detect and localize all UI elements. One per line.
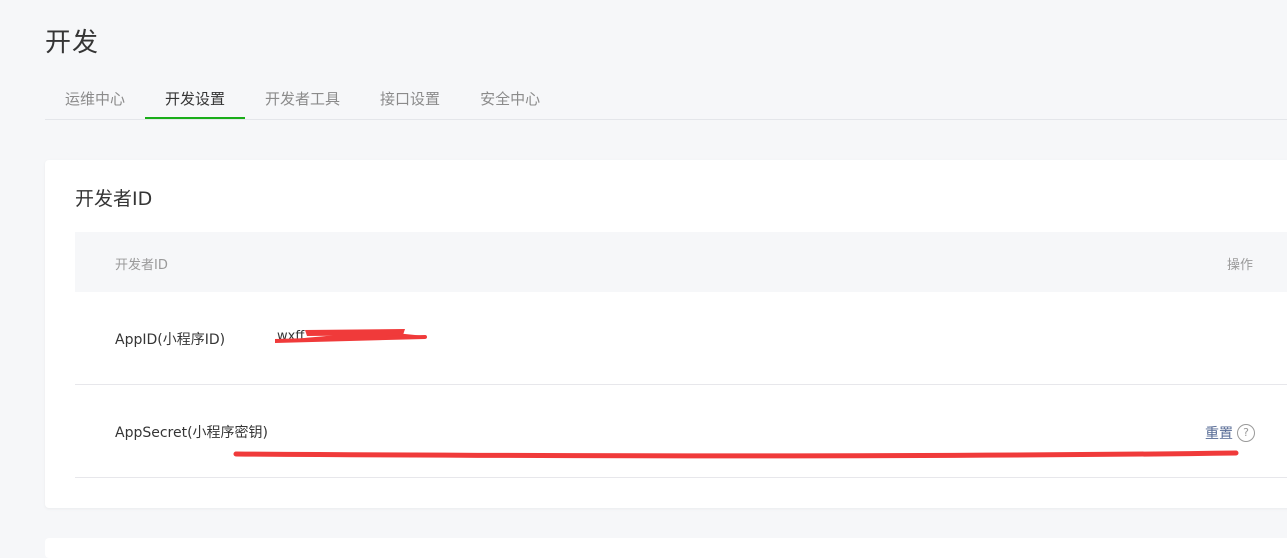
appid-label: AppID(小程序ID) xyxy=(115,332,226,348)
table-row-appid: AppID(小程序ID) wxff xyxy=(75,292,1287,385)
appsecret-label: AppSecret(小程序密钥) xyxy=(115,425,269,441)
tab-bar: 运维中心 开发设置 开发者工具 接口设置 安全中心 xyxy=(45,80,1287,120)
tab-ops-center[interactable]: 运维中心 xyxy=(45,80,145,119)
help-icon[interactable]: ? xyxy=(1237,424,1255,442)
tab-api-settings[interactable]: 接口设置 xyxy=(360,80,460,119)
page-title: 开发 xyxy=(45,28,100,58)
column-header-action: 操作 xyxy=(1227,258,1254,273)
appid-redaction-mark xyxy=(275,329,427,343)
next-card xyxy=(45,538,1287,558)
tab-security-center[interactable]: 安全中心 xyxy=(460,80,560,119)
tab-dev-tools[interactable]: 开发者工具 xyxy=(245,80,360,119)
appsecret-redaction-mark xyxy=(233,450,1239,459)
table-header: 开发者ID 操作 xyxy=(75,232,1287,292)
developer-id-card: 开发者ID 开发者ID 操作 AppID(小程序ID) wxff AppSecr… xyxy=(45,160,1287,508)
table-row-appsecret: AppSecret(小程序密钥) 重置 ? xyxy=(75,385,1287,478)
section-title: 开发者ID xyxy=(75,188,153,210)
appsecret-actions: 重置 ? xyxy=(1205,423,1255,443)
tab-dev-settings[interactable]: 开发设置 xyxy=(145,80,246,119)
reset-link[interactable]: 重置 xyxy=(1205,423,1233,443)
column-header-id: 开发者ID xyxy=(115,258,168,273)
